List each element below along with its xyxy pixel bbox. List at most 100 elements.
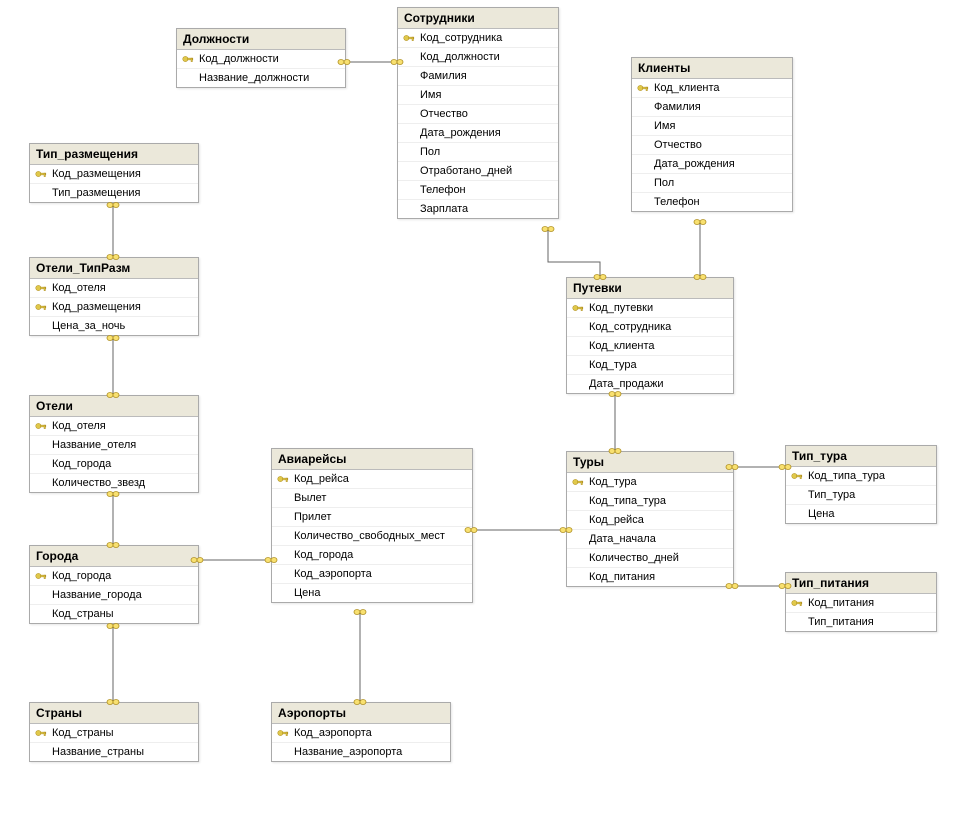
column-row[interactable]: Код_аэропорта xyxy=(272,724,450,742)
table-body: Код_типа_тураТип_тураЦена xyxy=(786,467,936,523)
column-row[interactable]: Цена_за_ночь xyxy=(30,316,198,335)
table-dolzhnosti[interactable]: ДолжностиКод_должности Название_должности xyxy=(176,28,346,88)
column-row[interactable]: Прилет xyxy=(272,507,472,526)
table-sotrudniki[interactable]: СотрудникиКод_сотрудникаКод_должностиФам… xyxy=(397,7,559,219)
column-row[interactable]: Отчество xyxy=(632,135,792,154)
column-name: Код_клиента xyxy=(589,340,655,352)
column-row[interactable]: Имя xyxy=(632,116,792,135)
table-klienty[interactable]: КлиентыКод_клиентаФамилияИмяОтчество Дата… xyxy=(631,57,793,212)
table-title[interactable]: Сотрудники xyxy=(398,8,558,29)
table-goroda[interactable]: ГородаКод_города Название_города Код_стран… xyxy=(29,545,199,624)
table-title[interactable]: Страны xyxy=(30,703,198,724)
column-row[interactable]: Код_страны xyxy=(30,724,198,742)
table-title[interactable]: Тип_размещения xyxy=(30,144,198,165)
table-aeroporty[interactable]: АэропортыКод_аэропортаНазвание_аэропорта xyxy=(271,702,451,762)
column-row[interactable]: Код_сотрудника xyxy=(398,29,558,47)
table-title[interactable]: Авиарейсы xyxy=(272,449,472,470)
table-aviareisy[interactable]: АвиарейсыКод_рейсаВылетПрилетКоличество_… xyxy=(271,448,473,603)
table-tip_razm[interactable]: Тип_размещения Код_размещения Тип_размещен… xyxy=(29,143,199,203)
column-row[interactable]: Зарплата xyxy=(398,199,558,218)
column-row[interactable]: Код_путевки xyxy=(567,299,733,317)
column-row[interactable]: Вылет xyxy=(272,488,472,507)
table-body: Код_путевкиКод_сотрудника Код_клиента Код_… xyxy=(567,299,733,393)
column-row[interactable]: Количество_дней xyxy=(567,548,733,567)
column-row[interactable]: Код_города xyxy=(30,567,198,585)
column-row[interactable]: Код_рейса xyxy=(567,510,733,529)
column-row[interactable]: Код_питания xyxy=(786,594,936,612)
column-row[interactable]: Пол xyxy=(398,142,558,161)
column-row[interactable]: Код_страны xyxy=(30,604,198,623)
column-name: Название_города xyxy=(52,589,142,601)
column-row[interactable]: Дата_рождения xyxy=(398,123,558,142)
column-name: Дата_рождения xyxy=(654,158,735,170)
column-name: Код_размещения xyxy=(52,168,141,180)
column-row[interactable]: Отработано_дней xyxy=(398,161,558,180)
column-row[interactable]: Код_города xyxy=(30,454,198,473)
table-title[interactable]: Отели xyxy=(30,396,198,417)
column-row[interactable]: Код_должности xyxy=(398,47,558,66)
table-title[interactable]: Путевки xyxy=(567,278,733,299)
column-name: Название_должности xyxy=(199,72,309,84)
column-row[interactable]: Код_тура xyxy=(567,473,733,491)
column-row[interactable]: Количество_звезд xyxy=(30,473,198,492)
table-oteli_tiprazm[interactable]: Отели_ТипРазмКод_отеля Код_размещения Цена… xyxy=(29,257,199,336)
table-title[interactable]: Должности xyxy=(177,29,345,50)
column-row[interactable]: Фамилия xyxy=(632,97,792,116)
column-row[interactable]: Код_тура xyxy=(567,355,733,374)
table-tip_pitaniya[interactable]: Тип_питанияКод_питанияТип_питания xyxy=(785,572,937,632)
column-row[interactable]: Код_рейса xyxy=(272,470,472,488)
column-name: Название_страны xyxy=(52,746,144,758)
table-title[interactable]: Клиенты xyxy=(632,58,792,79)
table-title[interactable]: Города xyxy=(30,546,198,567)
column-row[interactable]: Код_типа_тура xyxy=(567,491,733,510)
primary-key-icon xyxy=(276,726,290,740)
column-row[interactable]: Телефон xyxy=(632,192,792,211)
table-title[interactable]: Тип_питания xyxy=(786,573,936,594)
table-body: Код_аэропортаНазвание_аэропорта xyxy=(272,724,450,761)
table-title[interactable]: Аэропорты xyxy=(272,703,450,724)
column-row[interactable]: Цена xyxy=(786,504,936,523)
table-putevki[interactable]: ПутевкиКод_путевкиКод_сотрудника Код_клие… xyxy=(566,277,734,394)
column-row[interactable]: Код_отеля xyxy=(30,279,198,297)
column-row[interactable]: Количество_свободных_мест xyxy=(272,526,472,545)
column-row[interactable]: Код_клиента xyxy=(567,336,733,355)
column-name: Код_размещения xyxy=(52,301,141,313)
column-name: Пол xyxy=(654,177,674,189)
table-title[interactable]: Отели_ТипРазм xyxy=(30,258,198,279)
column-row[interactable]: Название_аэропорта xyxy=(272,742,450,761)
column-name: Количество_звезд xyxy=(52,477,145,489)
column-row[interactable]: Код_питания xyxy=(567,567,733,586)
column-row[interactable]: Код_типа_тура xyxy=(786,467,936,485)
column-row[interactable]: Телефон xyxy=(398,180,558,199)
column-name: Код_тура xyxy=(589,359,637,371)
column-row[interactable]: Код_отеля xyxy=(30,417,198,435)
column-row[interactable]: Код_аэропорта xyxy=(272,564,472,583)
column-row[interactable]: Название_города xyxy=(30,585,198,604)
column-row[interactable]: Код_размещения xyxy=(30,165,198,183)
column-row[interactable]: Отчество xyxy=(398,104,558,123)
column-row[interactable]: Тип_размещения xyxy=(30,183,198,202)
column-row[interactable]: Код_размещения xyxy=(30,297,198,316)
column-row[interactable]: Код_клиента xyxy=(632,79,792,97)
table-tury[interactable]: ТурыКод_тураКод_типа_тураКод_рейсаДата_н… xyxy=(566,451,734,587)
column-row[interactable]: Дата_начала xyxy=(567,529,733,548)
column-row[interactable]: Дата_рождения xyxy=(632,154,792,173)
table-title[interactable]: Туры xyxy=(567,452,733,473)
column-row[interactable]: Код_сотрудника xyxy=(567,317,733,336)
table-tip_tura[interactable]: Тип_тураКод_типа_тураТип_тураЦена xyxy=(785,445,937,524)
table-oteli[interactable]: ОтелиКод_отеляНазвание_отеляКод_города Ко… xyxy=(29,395,199,493)
table-strany[interactable]: СтраныКод_страны Название_страны xyxy=(29,702,199,762)
column-row[interactable]: Цена xyxy=(272,583,472,602)
column-row[interactable]: Код_города xyxy=(272,545,472,564)
column-row[interactable]: Код_должности xyxy=(177,50,345,68)
column-row[interactable]: Пол xyxy=(632,173,792,192)
column-row[interactable]: Имя xyxy=(398,85,558,104)
column-row[interactable]: Тип_тура xyxy=(786,485,936,504)
column-row[interactable]: Дата_продажи xyxy=(567,374,733,393)
column-row[interactable]: Название_отеля xyxy=(30,435,198,454)
column-row[interactable]: Фамилия xyxy=(398,66,558,85)
column-row[interactable]: Тип_питания xyxy=(786,612,936,631)
table-title[interactable]: Тип_тура xyxy=(786,446,936,467)
column-row[interactable]: Название_страны xyxy=(30,742,198,761)
column-row[interactable]: Название_должности xyxy=(177,68,345,87)
